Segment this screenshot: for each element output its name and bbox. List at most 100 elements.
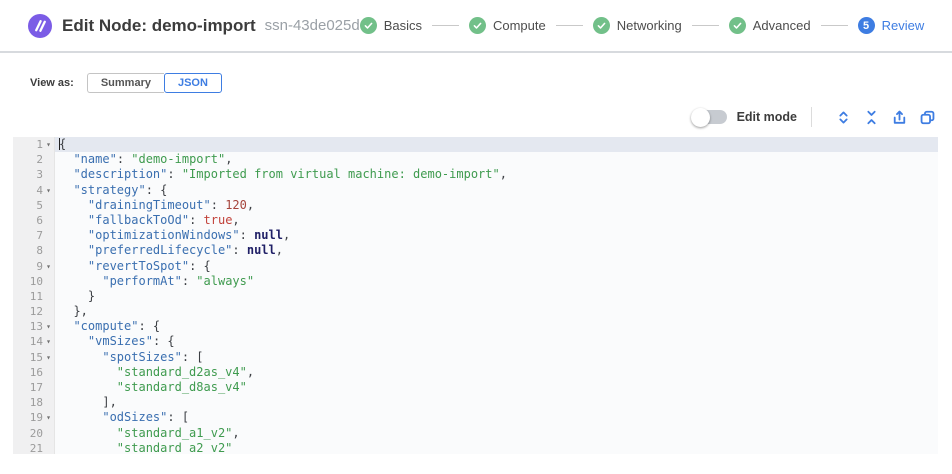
step-connector — [692, 25, 719, 26]
line-number: 13▾ — [13, 319, 55, 334]
line-number: 5 — [13, 198, 55, 213]
code-text: "standard_d8as_v4" — [55, 380, 938, 395]
step-basics[interactable]: Basics — [360, 17, 422, 34]
step-number: 5 — [858, 17, 875, 34]
code-line[interactable]: 5 "drainingTimeout": 120, — [13, 198, 938, 213]
step-review[interactable]: 5 Review — [858, 17, 925, 34]
code-text: "description": "Imported from virtual ma… — [55, 167, 938, 182]
wizard-header: Edit Node: demo-import ssn-43de025d Basi… — [0, 0, 952, 53]
line-number: 21 — [13, 441, 55, 454]
code-text: "odSizes": [ — [55, 410, 938, 425]
line-number: 3 — [13, 167, 55, 182]
code-line[interactable]: 9▾ "revertToSpot": { — [13, 259, 938, 274]
step-check-icon — [469, 17, 486, 34]
code-line[interactable]: 1▾{ — [13, 137, 938, 152]
code-line[interactable]: 15▾ "spotSizes": [ — [13, 350, 938, 365]
code-text: { — [55, 137, 938, 152]
view-as-json-button[interactable]: JSON — [164, 73, 222, 93]
code-text: "compute": { — [55, 319, 938, 334]
line-number: 6 — [13, 213, 55, 228]
code-line[interactable]: 16 "standard_d2as_v4", — [13, 365, 938, 380]
spot-logo-icon — [28, 14, 52, 38]
line-number: 15▾ — [13, 350, 55, 365]
line-number: 2 — [13, 152, 55, 167]
step-label: Networking — [617, 18, 682, 33]
export-icon[interactable] — [891, 109, 908, 126]
code-line[interactable]: 12 }, — [13, 304, 938, 319]
code-line[interactable]: 3 "description": "Imported from virtual … — [13, 167, 938, 182]
code-line[interactable]: 7 "optimizationWindows": null, — [13, 228, 938, 243]
code-line[interactable]: 17 "standard_d8as_v4" — [13, 380, 938, 395]
wizard-stepper: Basics Compute Networking Advanced 5 Review — [360, 17, 925, 34]
code-text: "name": "demo-import", — [55, 152, 938, 167]
step-label: Basics — [384, 18, 422, 33]
step-label: Review — [882, 18, 925, 33]
code-text: "strategy": { — [55, 183, 938, 198]
line-number: 14▾ — [13, 334, 55, 349]
fold-arrow-icon[interactable]: ▾ — [43, 410, 54, 425]
fold-arrow-icon[interactable]: ▾ — [43, 259, 54, 274]
step-label: Compute — [493, 18, 546, 33]
line-number: 16 — [13, 365, 55, 380]
fold-arrow-icon[interactable]: ▾ — [43, 350, 54, 365]
code-line[interactable]: 14▾ "vmSizes": { — [13, 334, 938, 349]
line-number: 19▾ — [13, 410, 55, 425]
view-as-segmented-control: Summary JSON — [87, 73, 222, 93]
line-number: 17 — [13, 380, 55, 395]
fold-arrow-icon[interactable]: ▾ — [43, 183, 54, 198]
copy-icon[interactable] — [919, 109, 936, 126]
node-id: ssn-43de025d — [265, 17, 360, 34]
code-text: "spotSizes": [ — [55, 350, 938, 365]
code-text: "standard_d2as_v4", — [55, 365, 938, 380]
code-text: } — [55, 289, 938, 304]
step-connector — [556, 25, 583, 26]
step-connector — [432, 25, 459, 26]
edit-mode-label: Edit mode — [737, 110, 797, 124]
code-line[interactable]: 2 "name": "demo-import", — [13, 152, 938, 167]
line-number: 8 — [13, 243, 55, 258]
code-text: "preferredLifecycle": null, — [55, 243, 938, 258]
code-text: "performAt": "always" — [55, 274, 938, 289]
view-as-label: View as: — [30, 77, 74, 89]
code-line[interactable]: 20 "standard_a1_v2", — [13, 426, 938, 441]
collapse-all-icon[interactable] — [863, 109, 880, 126]
code-line[interactable]: 13▾ "compute": { — [13, 319, 938, 334]
step-connector — [821, 25, 848, 26]
code-text: "standard_a2_v2" — [55, 441, 938, 454]
code-text: "drainingTimeout": 120, — [55, 198, 938, 213]
toggle-knob — [691, 108, 710, 127]
editor-toolbar: Edit mode — [0, 107, 936, 127]
line-number: 18 — [13, 395, 55, 410]
code-text: "standard_a1_v2", — [55, 426, 938, 441]
line-number: 4▾ — [13, 183, 55, 198]
code-line[interactable]: 6 "fallbackToOd": true, — [13, 213, 938, 228]
fold-arrow-icon[interactable]: ▾ — [43, 137, 54, 152]
edit-mode-toggle[interactable] — [692, 110, 727, 124]
code-editor[interactable]: 1▾{2 "name": "demo-import",3 "descriptio… — [13, 137, 938, 454]
step-check-icon — [593, 17, 610, 34]
code-text: "fallbackToOd": true, — [55, 213, 938, 228]
code-line[interactable]: 21 "standard_a2_v2" — [13, 441, 938, 454]
step-label: Advanced — [753, 18, 811, 33]
step-check-icon — [729, 17, 746, 34]
step-networking[interactable]: Networking — [593, 17, 682, 34]
view-as-summary-button[interactable]: Summary — [87, 73, 164, 93]
line-number: 9▾ — [13, 259, 55, 274]
code-text: "optimizationWindows": null, — [55, 228, 938, 243]
step-check-icon — [360, 17, 377, 34]
code-line[interactable]: 4▾ "strategy": { — [13, 183, 938, 198]
step-advanced[interactable]: Advanced — [729, 17, 811, 34]
line-number: 20 — [13, 426, 55, 441]
line-number: 7 — [13, 228, 55, 243]
code-line[interactable]: 19▾ "odSizes": [ — [13, 410, 938, 425]
expand-all-icon[interactable] — [835, 109, 852, 126]
code-line[interactable]: 10 "performAt": "always" — [13, 274, 938, 289]
code-line[interactable]: 18 ], — [13, 395, 938, 410]
fold-arrow-icon[interactable]: ▾ — [43, 334, 54, 349]
fold-arrow-icon[interactable]: ▾ — [43, 319, 54, 334]
code-line[interactable]: 8 "preferredLifecycle": null, — [13, 243, 938, 258]
line-number: 10 — [13, 274, 55, 289]
step-compute[interactable]: Compute — [469, 17, 546, 34]
line-number: 12 — [13, 304, 55, 319]
code-line[interactable]: 11 } — [13, 289, 938, 304]
